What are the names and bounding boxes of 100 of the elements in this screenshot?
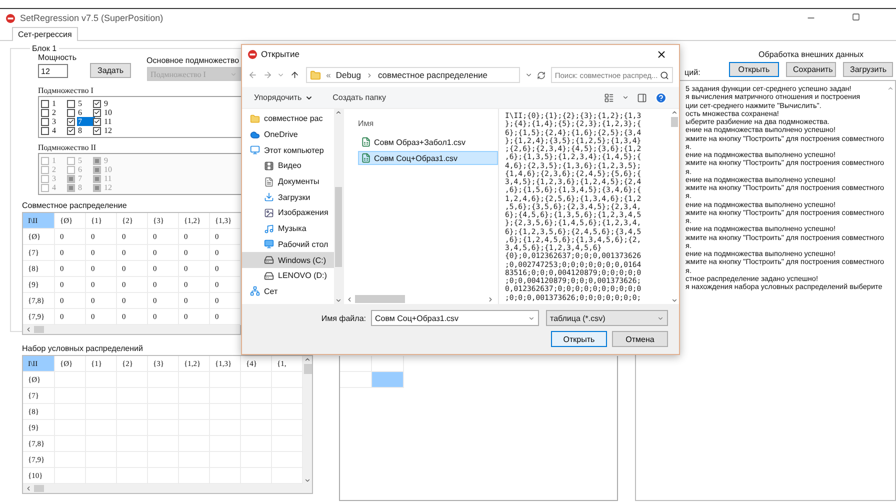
download-icon: [264, 192, 274, 202]
action-button[interactable]: Сохранить: [786, 62, 836, 77]
checkbox[interactable]: [93, 126, 101, 134]
input-field[interactable]: 12: [38, 64, 68, 78]
checkbox-label[interactable]: 12: [103, 126, 113, 135]
table-title: Совместное распределение: [22, 201, 128, 210]
checkbox[interactable]: [41, 126, 49, 134]
checkbox[interactable]: [93, 108, 101, 116]
nav-item[interactable]: Загрузки: [242, 189, 334, 206]
vertical-scrollbar[interactable]: [303, 356, 312, 484]
path-overflow[interactable]: «: [326, 70, 331, 80]
path-segment[interactable]: совместное распределение: [378, 70, 488, 80]
scroll-thumb[interactable]: [304, 364, 312, 374]
nav-item[interactable]: Изображения: [242, 205, 334, 221]
grid-cell[interactable]: [340, 372, 372, 388]
checkbox-label[interactable]: 10: [103, 108, 113, 117]
scroll-down-icon[interactable]: [670, 297, 678, 304]
scroll-down-icon[interactable]: [335, 297, 342, 304]
scroll-left-icon[interactable]: [25, 326, 32, 333]
horizontal-scrollbar[interactable]: [23, 325, 240, 334]
horizontal-scrollbar[interactable]: [23, 484, 312, 493]
caret-icon[interactable]: [622, 94, 629, 101]
app-icon: [6, 14, 15, 22]
vertical-scrollbar[interactable]: [334, 109, 343, 304]
help-icon[interactable]: [655, 92, 667, 104]
drive-icon: [264, 255, 274, 266]
caret-icon[interactable]: [524, 71, 532, 79]
toolbar-button[interactable]: Упорядочить: [254, 93, 313, 102]
scroll-down-icon[interactable]: [304, 477, 311, 484]
dialog-button[interactable]: Отмена: [612, 331, 668, 347]
close-icon[interactable]: [656, 48, 667, 60]
maximize-icon[interactable]: [852, 13, 860, 21]
checkbox-label[interactable]: 5: [77, 99, 83, 108]
file-item[interactable]: Совм Соц+Образ1.csv: [358, 151, 498, 165]
checkbox-label[interactable]: 9: [103, 99, 109, 108]
checkbox[interactable]: [41, 108, 49, 116]
nav-item[interactable]: Документы: [242, 174, 334, 190]
address-bar[interactable]: « Debug совместное распределение: [306, 67, 520, 83]
checkbox[interactable]: [93, 118, 101, 126]
checkbox-label[interactable]: 4: [51, 126, 57, 135]
view-icon[interactable]: [604, 92, 614, 102]
tab[interactable]: Сет-регрессия: [12, 27, 78, 41]
checkbox[interactable]: [67, 126, 75, 134]
action-button[interactable]: Открыть: [729, 62, 779, 77]
scroll-up-icon[interactable]: [304, 356, 311, 363]
up-icon[interactable]: [290, 70, 300, 80]
refresh-icon[interactable]: [537, 70, 546, 80]
nav-item[interactable]: Видео: [242, 158, 334, 174]
checkbox-label[interactable]: 7: [77, 117, 95, 126]
cloud-icon: [250, 130, 260, 140]
nav-item[interactable]: LENOVO (D:): [242, 268, 334, 284]
scroll-left-icon[interactable]: [346, 296, 353, 302]
checkbox-label[interactable]: 2: [51, 108, 57, 117]
scroll-thumb[interactable]: [335, 186, 342, 266]
grid-cell[interactable]: [372, 356, 404, 372]
nav-item[interactable]: Windows (C:): [242, 252, 334, 268]
nav-item[interactable]: OneDrive: [242, 126, 334, 142]
checkbox[interactable]: [93, 100, 101, 108]
caret-icon: [304, 94, 313, 102]
nav-item[interactable]: Сет: [242, 284, 334, 300]
column-header[interactable]: Имя: [358, 119, 374, 128]
file-name-field[interactable]: Совм Соц+Образ1.csv: [371, 310, 539, 326]
dialog-button[interactable]: Открыть: [551, 331, 607, 347]
grid-cell[interactable]: [340, 356, 372, 372]
scroll-thumb[interactable]: [34, 326, 44, 333]
nav-item[interactable]: Рабочий стол: [242, 236, 334, 252]
scroll-up-icon[interactable]: [335, 109, 342, 116]
toolbar-button[interactable]: Создать папку: [332, 93, 386, 102]
scroll-up-icon[interactable]: [670, 109, 678, 116]
scroll-left-icon[interactable]: [25, 485, 32, 492]
vertical-scrollbar[interactable]: [669, 109, 679, 304]
checkbox[interactable]: [67, 108, 75, 116]
checkbox-label[interactable]: 3: [51, 117, 57, 126]
scroll-right-icon[interactable]: [487, 296, 494, 302]
back-icon[interactable]: [248, 70, 258, 80]
checkbox[interactable]: [41, 100, 49, 108]
music-note-icon: [264, 224, 274, 234]
file-item[interactable]: Совм Образ+Забол1.csv: [358, 135, 498, 149]
checkbox[interactable]: [67, 100, 75, 108]
checkbox-label[interactable]: 6: [77, 108, 83, 117]
scroll-thumb[interactable]: [34, 485, 44, 492]
nav-item[interactable]: совместное рас: [242, 111, 334, 127]
scroll-thumb[interactable]: [670, 117, 678, 127]
checkbox[interactable]: [41, 118, 49, 126]
grid-cell[interactable]: [372, 372, 404, 388]
nav-item[interactable]: Этот компьютер: [242, 142, 334, 158]
forward-icon[interactable]: [262, 70, 272, 80]
checkbox[interactable]: [67, 118, 75, 126]
action-button[interactable]: Загрузить: [843, 62, 893, 77]
checkbox-label[interactable]: 8: [77, 126, 83, 135]
path-segment[interactable]: Debug: [336, 70, 361, 80]
file-type-dropdown[interactable]: таблица (*.csv): [546, 310, 668, 326]
checkbox-label[interactable]: 1: [51, 99, 57, 108]
scroll-thumb[interactable]: [355, 295, 405, 303]
field-label: Имя файла:: [321, 314, 366, 322]
set-button[interactable]: Задать: [90, 63, 131, 78]
checkbox-label[interactable]: 11: [103, 117, 113, 126]
list-label: Подмножество II: [37, 143, 98, 152]
preview-pane-icon[interactable]: [637, 92, 647, 102]
nav-item[interactable]: Музыка: [242, 220, 334, 236]
